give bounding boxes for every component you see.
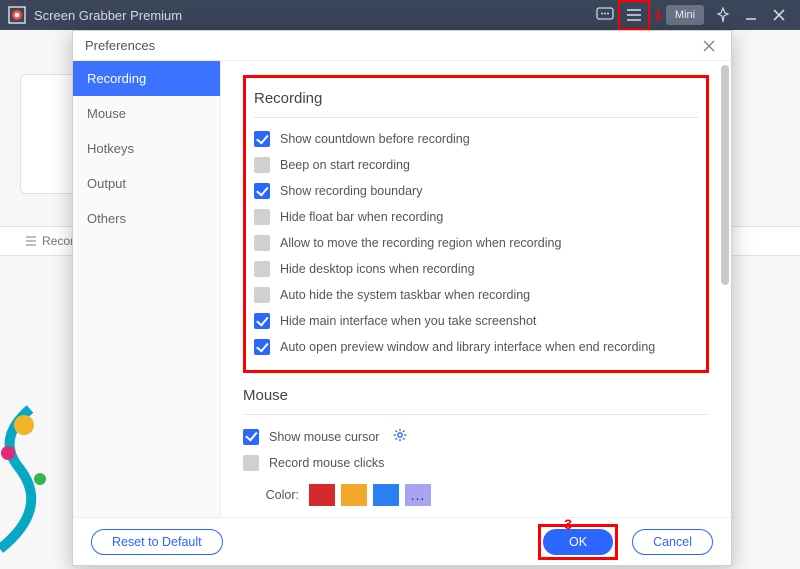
preferences-content: 2 Recording Show countdown before record… [221,61,731,517]
annotation-box-3: OK [538,524,618,560]
checkbox[interactable] [254,157,270,173]
decorative-swirl [0,389,80,559]
sidebar-item-hotkeys[interactable]: Hotkeys [73,131,220,166]
dialog-close-button[interactable] [699,36,719,56]
checkbox[interactable] [254,287,270,303]
scrollbar[interactable] [721,65,729,555]
color-swatch-orange[interactable] [341,484,367,506]
list-icon [24,234,38,248]
opt-record-clicks[interactable]: Record mouse clicks [243,450,709,476]
sidebar-item-mouse[interactable]: Mouse [73,96,220,131]
opt-show-countdown[interactable]: Show countdown before recording [254,126,698,152]
dialog-footer: Reset to Default 3 OK Cancel [73,517,731,565]
opt-autohide-taskbar[interactable]: Auto hide the system taskbar when record… [254,282,698,308]
recording-group: Recording Show countdown before recordin… [243,75,709,373]
feedback-icon[interactable] [592,3,618,27]
minimize-icon[interactable] [738,3,764,27]
color-swatch-blue[interactable] [373,484,399,506]
gear-icon[interactable] [393,428,407,445]
checkbox[interactable] [254,261,270,277]
sidebar-item-output[interactable]: Output [73,166,220,201]
opt-allow-move-region[interactable]: Allow to move the recording region when … [254,230,698,256]
sidebar-item-others[interactable]: Others [73,201,220,236]
dialog-header: Preferences [73,31,731,61]
opt-hide-desktop-icons[interactable]: Hide desktop icons when recording [254,256,698,282]
annotation-1: 1 [654,7,662,23]
opt-show-cursor[interactable]: Show mouse cursor [243,423,709,450]
checkbox[interactable] [243,429,259,445]
preferences-sidebar: Recording Mouse Hotkeys Output Others [73,61,221,517]
mini-mode-button[interactable]: Mini [666,5,704,25]
checkbox[interactable] [254,209,270,225]
menu-icon[interactable] [621,3,647,27]
checkbox[interactable] [254,313,270,329]
close-icon[interactable] [766,3,792,27]
color-swatch-red[interactable] [309,484,335,506]
checkbox[interactable] [254,235,270,251]
color-label: Color: [243,488,299,502]
section-title-recording: Recording [254,90,698,107]
bg-toolbar-text: Recor [42,234,74,248]
section-title-mouse: Mouse [243,387,709,404]
checkbox[interactable] [254,131,270,147]
scrollbar-thumb[interactable] [721,65,729,285]
reset-button[interactable]: Reset to Default [91,529,223,555]
dialog-title: Preferences [85,38,155,53]
opt-auto-open-preview[interactable]: Auto open preview window and library int… [254,334,698,360]
checkbox[interactable] [254,339,270,355]
annotation-box-1 [618,0,650,30]
app-title: Screen Grabber Premium [34,8,182,23]
ok-button[interactable]: OK [543,529,613,555]
sidebar-item-recording[interactable]: Recording [73,61,220,96]
checkbox[interactable] [243,455,259,471]
cancel-button[interactable]: Cancel [632,529,713,555]
titlebar: Screen Grabber Premium 1 Mini [0,0,800,30]
opt-hide-floatbar[interactable]: Hide float bar when recording [254,204,698,230]
opt-beep-start[interactable]: Beep on start recording [254,152,698,178]
pin-icon[interactable] [710,3,736,27]
opt-hide-main-screenshot[interactable]: Hide main interface when you take screen… [254,308,698,334]
opt-show-boundary[interactable]: Show recording boundary [254,178,698,204]
app-logo-icon [8,6,26,24]
preferences-dialog: Preferences Recording Mouse Hotkeys Outp… [72,30,732,566]
color-swatch-more[interactable]: ... [405,484,431,506]
mouse-color-row: Color: ... [243,484,709,506]
checkbox[interactable] [254,183,270,199]
